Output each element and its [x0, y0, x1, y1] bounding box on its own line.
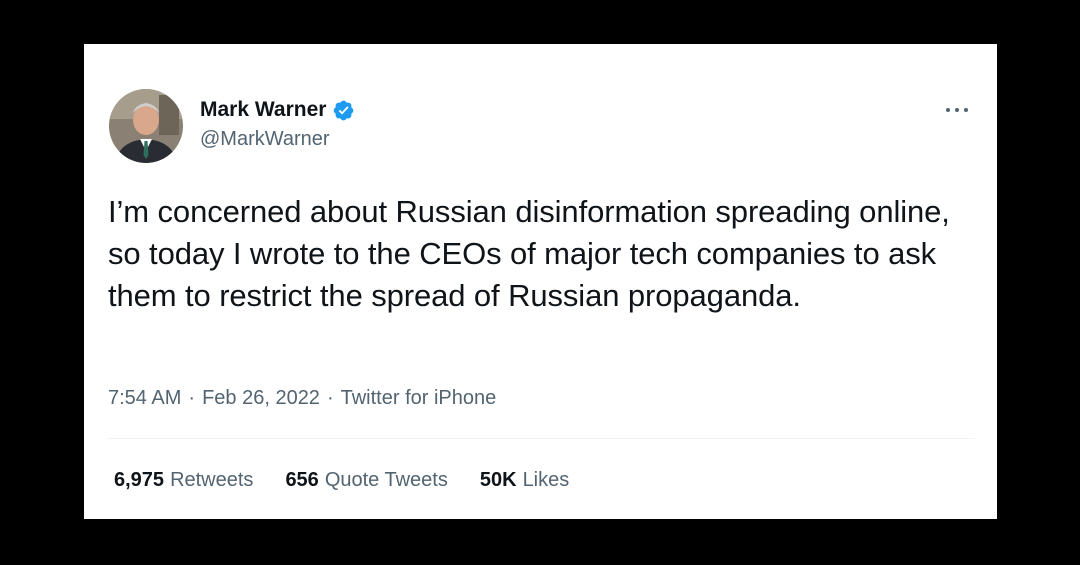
tweet-meta: 7:54 AM · Feb 26, 2022 · Twitter for iPh… — [108, 387, 496, 410]
tweet-card: Mark Warner @MarkWarner I’m concerned ab… — [84, 44, 997, 519]
more-dot — [946, 108, 950, 112]
retweets-stat[interactable]: 6,975 Retweets — [114, 469, 253, 492]
more-dot — [955, 108, 959, 112]
profile-photo — [109, 89, 183, 163]
tweet-time[interactable]: 7:54 AM — [108, 387, 181, 410]
likes-count: 50K — [479, 469, 517, 491]
tweet-source[interactable]: Twitter for iPhone — [341, 387, 497, 410]
author-name[interactable]: Mark Warner — [200, 98, 326, 122]
author-handle[interactable]: @MarkWarner — [200, 128, 330, 151]
quote-tweets-count: 656 — [285, 469, 319, 491]
more-dot — [964, 108, 968, 112]
divider — [108, 438, 975, 439]
more-horizontal-icon[interactable] — [942, 100, 972, 120]
likes-label: Likes — [522, 469, 570, 491]
retweets-label: Retweets — [170, 469, 254, 491]
meta-separator: · — [188, 387, 196, 409]
quote-tweets-stat[interactable]: 656 Quote Tweets — [285, 469, 447, 492]
author-name-row: Mark Warner — [200, 96, 355, 124]
quote-tweets-label: Quote Tweets — [324, 469, 448, 491]
author-avatar[interactable] — [109, 89, 183, 163]
tweet-date[interactable]: Feb 26, 2022 — [202, 387, 320, 410]
verified-badge-icon — [332, 99, 355, 122]
meta-separator: · — [326, 387, 334, 409]
likes-stat[interactable]: 50K Likes — [480, 469, 569, 492]
retweets-count: 6,975 — [114, 469, 165, 491]
tweet-stats: 6,975 Retweets 656 Quote Tweets 50K Like… — [114, 469, 601, 492]
tweet-text: I’m concerned about Russian disinformati… — [108, 194, 950, 313]
